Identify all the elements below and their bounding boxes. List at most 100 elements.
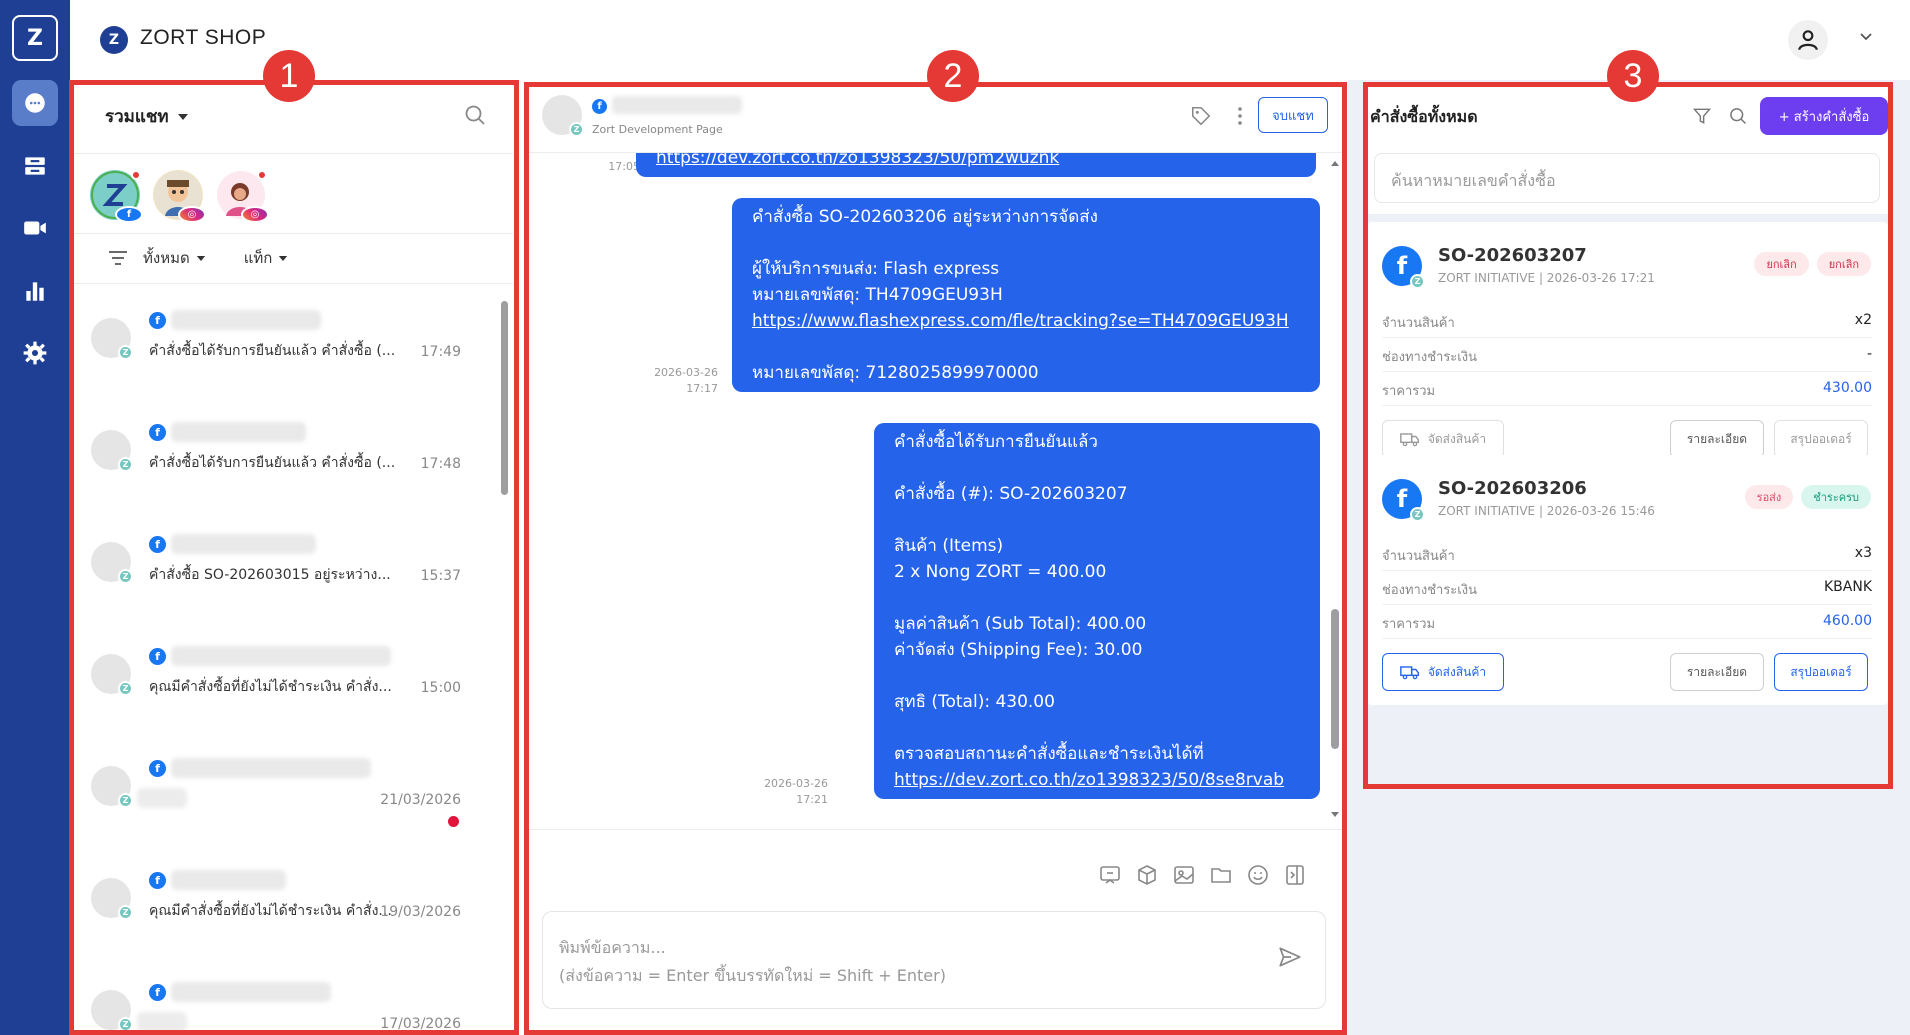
zort-badge-icon: Z [118, 1017, 133, 1032]
facebook-icon: f [149, 760, 166, 777]
filter-funnel-icon[interactable] [1692, 106, 1712, 130]
tag-icon[interactable] [1190, 105, 1212, 131]
order-search-icon[interactable] [1728, 106, 1748, 130]
order-number[interactable]: SO-202603207 [1438, 245, 1587, 266]
contact-avatar: Z [91, 654, 133, 696]
nav-chat-icon[interactable] [12, 80, 58, 126]
chat-preview: คำสั่งซื้อได้รับการยืนยันแล้ว คำสั่งซื้อ… [149, 343, 396, 359]
chat-list-item[interactable]: Zf คำสั่งซื้อได้รับการยืนยันแล้ว คำสั่งซื… [73, 288, 499, 400]
emoji-icon[interactable] [1246, 863, 1270, 887]
message-link[interactable]: https://dev.zort.co.th/zo1398323/50/pm2w… [656, 153, 1296, 171]
scroll-up-arrow-icon[interactable] [1331, 159, 1339, 167]
message-bubble: คำสั่งซื้อ SO-202603206 อยู่ระหว่างการจั… [732, 198, 1320, 392]
quick-reply-icon[interactable] [1098, 863, 1122, 887]
message-line: สินค้า (Items) [894, 536, 1004, 556]
total-label: ราคารวม [1382, 384, 1436, 399]
message-timestamp: 2026-03-26 17:17 [618, 365, 718, 397]
chevron-down-icon[interactable] [1858, 28, 1874, 48]
caret-down-icon [177, 113, 188, 120]
nav-video-icon[interactable] [12, 205, 58, 251]
scrollbar-thumb[interactable] [1331, 609, 1339, 749]
instagram-badge-icon: ◎ [241, 206, 269, 223]
app-logo[interactable]: Z [12, 15, 58, 61]
contact-name-redacted [171, 310, 321, 330]
chat-scope-label: รวมแชท [105, 107, 169, 127]
ship-order-label: จัดส่งสินค้า [1427, 664, 1487, 679]
message-scrollbar[interactable] [1330, 159, 1340, 819]
message-input[interactable]: พิมพ์ข้อความ... (ส่งข้อความ = Enter ขึ้น… [542, 911, 1326, 1009]
story-dot [257, 170, 267, 180]
message-line [752, 230, 1300, 256]
chat-time: 17:48 [420, 456, 461, 472]
filter-tag-dropdown[interactable]: แท็ก [244, 246, 289, 270]
channel-story-user[interactable]: ◎ [153, 170, 206, 223]
chat-preview: คำสั่งซื้อ SO-202603015 อยู่ระหว่าง... [149, 567, 391, 583]
message-line: ผู้ให้บริการขนส่ง: Flash express [752, 259, 1000, 279]
status-badge: รอส่ง [1744, 485, 1794, 509]
nav-inbox-icon[interactable] [12, 143, 58, 189]
order-qty-row: จำนวนสินค้า x3 [1382, 537, 1872, 571]
message-link[interactable]: https://dev.zort.co.th/zo1398323/50/8se8… [894, 767, 1300, 793]
zort-badge-icon: Z [569, 122, 584, 137]
message-bubble: คำสั่งซื้อได้รับการยืนยันแล้ว คำสั่งซื้อ… [874, 423, 1320, 799]
product-box-icon[interactable] [1135, 863, 1159, 887]
nav-analytics-icon[interactable] [12, 268, 58, 314]
order-card[interactable]: f Z SO-202603206 ZORT INITIATIVE | 2026-03-… [1366, 455, 1889, 705]
qty-value: x2 [1854, 312, 1872, 328]
order-meta: ZORT INITIATIVE | 2026-03-26 17:21 [1438, 271, 1655, 285]
status-badge: ยกเลิก [1754, 252, 1809, 276]
chat-list-item[interactable]: Zf คุณมีคำสั่งซื้อที่ยังไม่ได้ชำระเงิน คำ… [73, 624, 499, 736]
image-icon[interactable] [1172, 863, 1196, 887]
contact-name-redacted [171, 758, 371, 778]
channel-story-user-2[interactable]: ◎ [216, 170, 269, 223]
contact-avatar: Z [91, 990, 133, 1032]
scrollbar-thumb[interactable] [501, 301, 508, 495]
page-name: Zort Development Page [592, 123, 723, 136]
nav-rail: Z [0, 0, 70, 1035]
facebook-icon: f [149, 312, 166, 329]
chat-filters: ทั้งหมด แท็ก [107, 246, 288, 270]
channel-story-zort[interactable]: f [90, 170, 143, 223]
nav-settings-gear-icon[interactable] [12, 330, 58, 376]
send-icon[interactable] [1277, 944, 1303, 974]
chat-search-icon[interactable] [463, 103, 487, 131]
order-search-input[interactable]: ค้นหาหมายเลขคำสั่งซื้อ [1374, 153, 1880, 203]
divider [73, 283, 513, 284]
contact-avatar: Z [91, 430, 133, 472]
shop-name: ZORT SHOP [140, 26, 267, 49]
chat-list-item[interactable]: Zf 21/03/2026 [73, 736, 499, 848]
contact-avatar: Z [542, 95, 584, 137]
composer-toolbar [1098, 863, 1307, 887]
status-badge: ชำระครบ [1801, 485, 1871, 509]
chat-list-item[interactable]: Zf คุณมีคำสั่งซื้อที่ยังไม่ได้ชำระเงิน คำ… [73, 848, 499, 960]
filter-all-dropdown[interactable]: ทั้งหมด [143, 246, 206, 270]
message-timestamp: 17:05 [560, 159, 640, 175]
order-number[interactable]: SO-202603206 [1438, 478, 1587, 499]
order-summary-button[interactable]: สรุปออเดอร์ [1774, 420, 1868, 458]
ship-order-button[interactable]: จัดส่งสินค้า [1382, 653, 1504, 691]
order-detail-button[interactable]: รายละเอียด [1670, 653, 1764, 691]
message-line: สุทธิ (Total): 430.00 [894, 692, 1055, 712]
ship-order-label: จัดส่งสินค้า [1427, 431, 1487, 446]
chat-list-panel: รวมแชท f ◎ ◎ ทั้งหมด แท็ก Z f คำสั่งซื้อ… [73, 83, 513, 1035]
chat-scope-dropdown[interactable]: รวมแชท [105, 103, 189, 130]
create-order-button[interactable]: + สร้างคำสั่งซื้อ [1760, 97, 1888, 135]
folder-icon[interactable] [1209, 863, 1233, 887]
order-summary-button[interactable]: สรุปออเดอร์ [1774, 653, 1868, 691]
ship-order-button[interactable]: จัดส่งสินค้า [1382, 420, 1504, 458]
chat-list-item[interactable]: Zf คำสั่งซื้อได้รับการยืนยันแล้ว คำสั่งซื… [73, 400, 499, 512]
more-vertical-icon[interactable] [1236, 105, 1244, 131]
end-chat-button[interactable]: จบแชท [1258, 97, 1328, 133]
chat-list-item[interactable]: Zf คำสั่งซื้อ SO-202603015 อยู่ระหว่าง...… [73, 512, 499, 624]
collapse-panel-icon[interactable] [1283, 863, 1307, 887]
user-avatar-icon[interactable] [1788, 20, 1828, 60]
payment-label: ช่องทางชำระเงิน [1382, 350, 1477, 365]
message-timestamp: 2026-03-26 17:21 [718, 776, 828, 808]
scroll-down-arrow-icon[interactable] [1331, 811, 1339, 819]
message-link[interactable]: https://www.flashexpress.com/fle/trackin… [752, 308, 1300, 334]
filter-lines-icon[interactable] [107, 249, 129, 267]
chat-list-item[interactable]: Zf 17/03/2026 [73, 960, 499, 1035]
chat-list-scrollbar[interactable] [501, 301, 508, 1013]
order-detail-button[interactable]: รายละเอียด [1670, 420, 1764, 458]
order-card[interactable]: f Z SO-202603207 ZORT INITIATIVE | 2026-03-… [1366, 222, 1889, 472]
